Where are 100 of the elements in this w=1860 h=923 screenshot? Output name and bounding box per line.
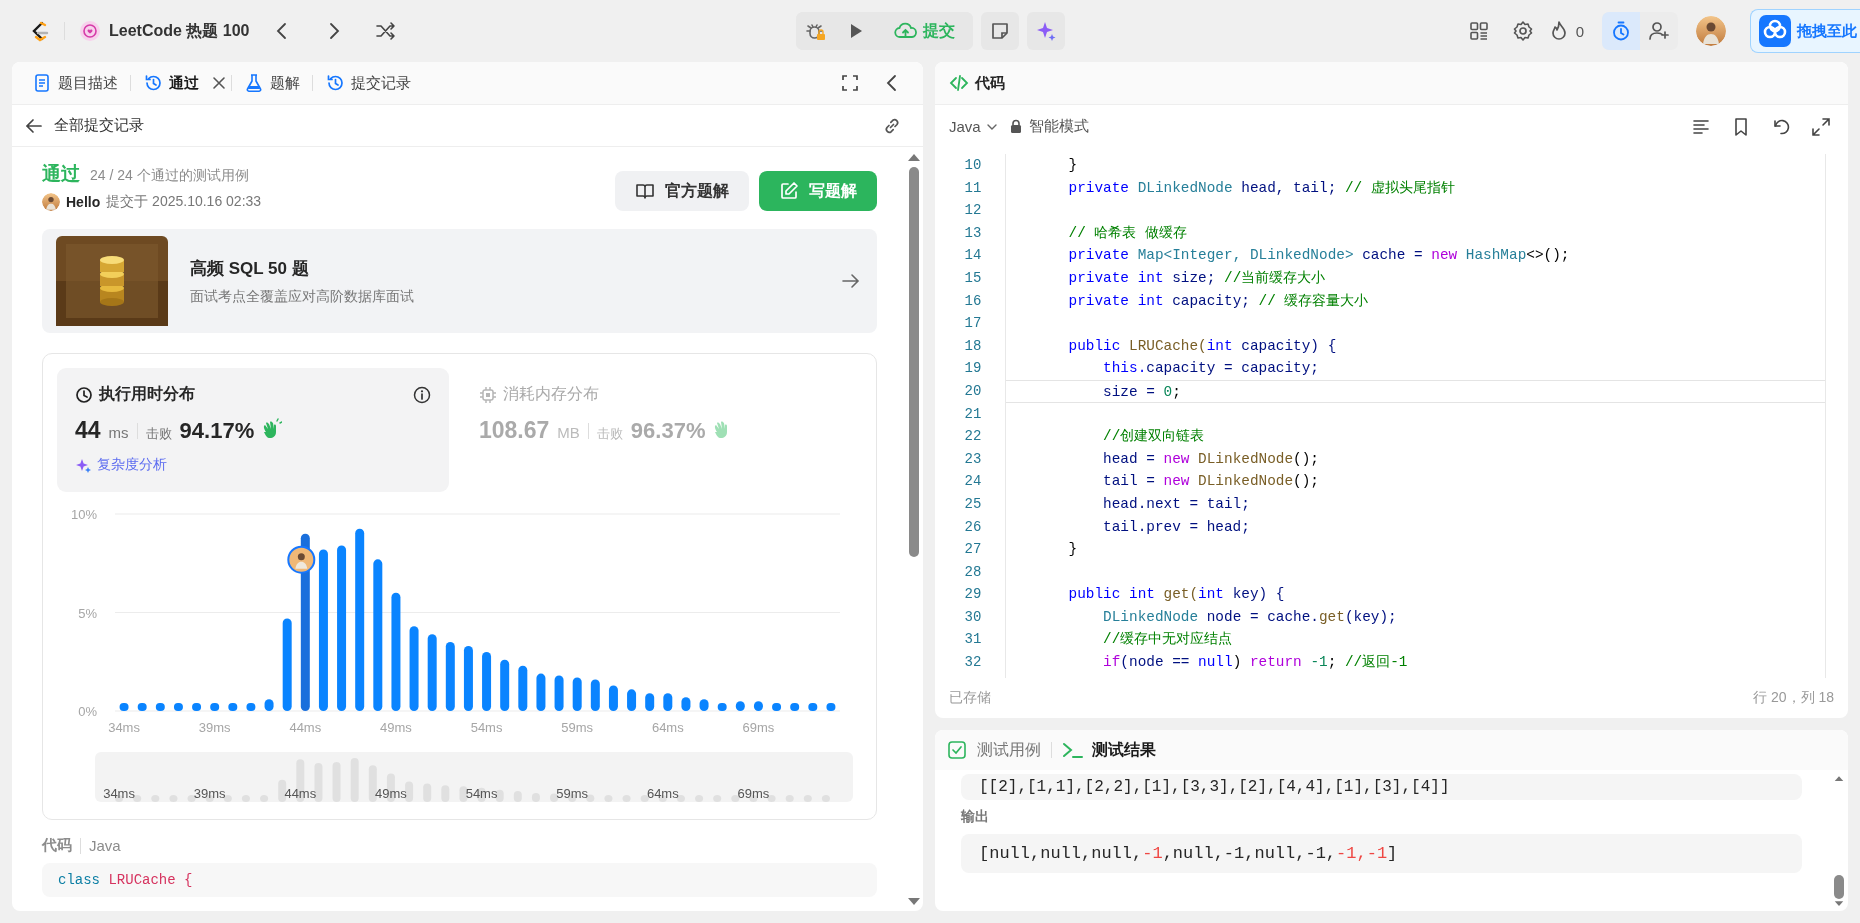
axis-label: 69ms: [742, 720, 775, 735]
navigator-label: 39ms: [193, 786, 226, 801]
line-number: 29: [963, 585, 983, 605]
tab[interactable]: 题目描述: [24, 69, 126, 97]
lock-icon: [1008, 119, 1023, 134]
language-dropdown[interactable]: Java: [949, 118, 999, 135]
chart-bar[interactable]: [282, 618, 292, 711]
problem-list-link[interactable]: LeetCode 热题 100: [79, 20, 250, 42]
chart-bar[interactable]: [699, 699, 709, 711]
navigator-label: 69ms: [737, 786, 770, 801]
code-line: tail = new DLinkedNode();: [1102, 473, 1319, 490]
chart-bar[interactable]: [518, 665, 528, 711]
chart-bar[interactable]: [790, 703, 800, 711]
chart-bar[interactable]: [155, 703, 165, 711]
code-line: }: [1067, 541, 1078, 558]
chart-bar[interactable]: [735, 701, 745, 711]
code-line: public int get(int key) {: [1067, 586, 1285, 603]
chart-bar[interactable]: [119, 703, 129, 711]
chart-bar[interactable]: [627, 689, 637, 711]
chart-bar[interactable]: [264, 699, 274, 711]
tab[interactable]: 题解: [236, 69, 308, 97]
drop-zone-button[interactable]: 拖拽至此: [1750, 9, 1860, 53]
code-line: //缓存中无对应结点: [1102, 631, 1233, 648]
chart-bar[interactable]: [826, 703, 836, 711]
chart-bar[interactable]: [463, 646, 473, 711]
chart-bar[interactable]: [246, 703, 256, 711]
mode-label: 智能模式: [1028, 117, 1089, 136]
chart-bar[interactable]: [717, 703, 727, 711]
ai-button[interactable]: [1026, 12, 1065, 50]
scrollbar-thumb[interactable]: [909, 167, 919, 557]
chart-bar[interactable]: [228, 703, 238, 711]
chart-bar[interactable]: [318, 549, 328, 711]
chart-bar[interactable]: [608, 685, 618, 711]
line-number: 24: [963, 472, 983, 492]
navigator-label: 44ms: [284, 786, 317, 801]
chart-bar[interactable]: [681, 697, 691, 711]
chart-bar[interactable]: [173, 703, 183, 711]
chart-bar[interactable]: [808, 703, 818, 711]
chart-bar[interactable]: [137, 703, 147, 711]
axis-label: 34ms: [108, 720, 140, 735]
arrow-right-icon: [841, 271, 861, 291]
chart-bar[interactable]: [753, 701, 763, 711]
save-status: 已存储: [949, 689, 991, 707]
chart-bar[interactable]: [192, 703, 202, 711]
chart-bar[interactable]: [500, 659, 510, 711]
metric-title: 消耗内存分布: [503, 384, 599, 404]
code-line: class LRUCache {: [58, 871, 194, 889]
terminal-icon: [1062, 740, 1084, 760]
note-button[interactable]: [980, 12, 1019, 50]
line-number: 28: [963, 562, 983, 582]
tab[interactable]: 测试用例: [947, 739, 1041, 761]
official-solution-button[interactable]: 官方题解: [615, 171, 749, 211]
chart-bar[interactable]: [355, 528, 365, 711]
chart-bar[interactable]: [391, 592, 401, 711]
line-number: 22: [963, 427, 983, 447]
navigator-label: 49ms: [375, 786, 407, 801]
tab[interactable]: 通过: [135, 69, 207, 97]
tab[interactable]: 测试结果: [1062, 739, 1156, 761]
code-line: size = 0;: [1102, 383, 1181, 400]
chart-bar[interactable]: [772, 703, 782, 711]
metric-unit: MB: [557, 424, 580, 441]
chart-bar[interactable]: [373, 559, 383, 711]
beats-label: 击败: [145, 425, 172, 443]
edit-icon: [779, 181, 799, 201]
back-link[interactable]: 全部提交记录: [24, 115, 144, 136]
streak-count: 0: [1575, 22, 1584, 40]
line-number: 20: [963, 381, 983, 401]
range-navigator[interactable]: [95, 752, 853, 802]
chart-bar[interactable]: [482, 651, 492, 711]
metric-card[interactable]: 执行用时分布 44 ms 击败 94.17% 复杂度分析: [57, 368, 449, 492]
promo-card[interactable]: 高频 SQL 50 题 面试考点全覆盖应对高阶数据库面试: [42, 229, 877, 333]
close-icon[interactable]: [211, 75, 227, 91]
panel-title: 代码: [975, 73, 1005, 93]
input-value: [[2],[1,1],[2,2],[1],[3,3],[2],[4,4],[1],[3],[4]]: [961, 774, 1802, 800]
chart-bar[interactable]: [409, 626, 419, 711]
chart-bar[interactable]: [210, 703, 220, 711]
code-line: //创建双向链表: [1102, 428, 1205, 445]
chart-bar[interactable]: [445, 642, 455, 711]
complexity-link[interactable]: 复杂度分析: [75, 456, 167, 474]
history-icon: [143, 73, 163, 93]
line-number: 17: [963, 314, 983, 334]
tab[interactable]: 提交记录: [317, 69, 419, 97]
chart-bar[interactable]: [536, 673, 546, 711]
timer-button[interactable]: [1602, 12, 1640, 50]
chart-bar[interactable]: [663, 693, 673, 711]
user-marker: [287, 545, 316, 574]
scrollbar-thumb[interactable]: [1834, 874, 1844, 899]
chart-bar[interactable]: [572, 677, 582, 711]
chart-bar[interactable]: [590, 679, 600, 711]
avatar: [42, 193, 60, 211]
chart-bar[interactable]: [337, 545, 347, 711]
chart-bar[interactable]: [645, 693, 655, 711]
line-number: 10: [963, 156, 983, 175]
settings-icon: [1511, 20, 1534, 42]
promo-subtitle: 面试考点全覆盖应对高阶数据库面试: [190, 287, 415, 306]
chart-bar[interactable]: [427, 634, 437, 711]
line-number: 11: [963, 178, 983, 198]
chart-bar[interactable]: [554, 675, 564, 711]
clock-icon: [75, 385, 93, 404]
beats-percent: 96.37%: [630, 418, 706, 444]
